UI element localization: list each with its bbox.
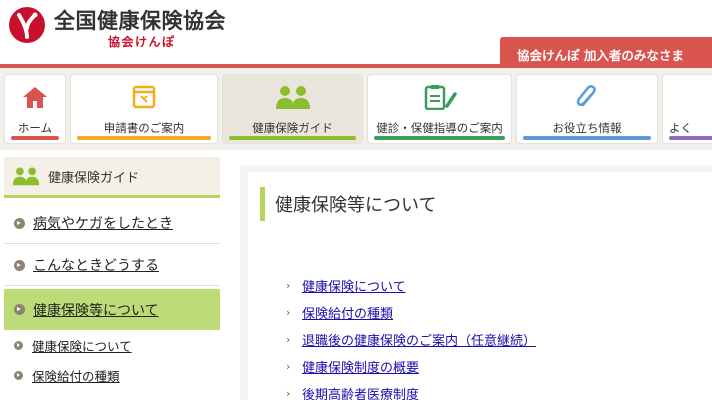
content-link-about-insurance[interactable]: › 健康保険について — [286, 272, 536, 299]
nav-label: お役立ち情報 — [552, 121, 622, 135]
sidebar-subitem-label: 保険給付の種類 — [32, 368, 120, 384]
nav-color-bar — [11, 136, 59, 140]
content-link-label: 健康保険制度の概要 — [302, 361, 420, 376]
nav-label: ホーム — [17, 121, 53, 135]
nav-home[interactable]: ホーム — [4, 74, 66, 144]
nav-faq[interactable]: よく — [662, 74, 712, 144]
nav-label: 申請書のご案内 — [103, 121, 185, 135]
sidebar-item-what-to-do[interactable]: こんなときどうする — [4, 245, 220, 286]
content-link-label: 退職後の健康保険のご案内（任意継続） — [302, 334, 537, 349]
people-icon — [12, 167, 40, 186]
arrow-bullet-icon — [14, 217, 25, 229]
page-title: 健康保険等について — [260, 187, 436, 221]
content-panel: 健康保険等について › 健康保険について › 保険給付の種類 › 退職後の健康保… — [248, 172, 712, 400]
chevron-right-icon: › — [286, 360, 291, 373]
main-content: 健康保険等について › 健康保険について › 保険給付の種類 › 退職後の健康保… — [240, 165, 712, 400]
sidebar-item-label: 健康保険等について — [33, 302, 159, 319]
content-link-label: 保険給付の種類 — [302, 307, 394, 322]
nav-label: 健診・保健指導のご案内 — [376, 121, 503, 135]
content-link-system-overview[interactable]: › 健康保険制度の概要 — [286, 353, 536, 380]
kyokai-logo-icon[interactable] — [8, 6, 46, 44]
member-tab[interactable]: 協会けんぽ 加入者のみなさま — [500, 37, 712, 66]
sidebar-item-health-insurance[interactable]: 健康保険等について — [4, 289, 220, 330]
nav-color-bar — [374, 136, 505, 140]
nav-guide[interactable]: 健康保険ガイド — [222, 74, 363, 144]
nav-color-bar — [523, 136, 651, 140]
content-link-elderly-medical[interactable]: › 後期高齢者医療制度 — [286, 380, 536, 400]
arrow-bullet-icon — [14, 370, 23, 380]
sidebar-item-label: 病気やケガをしたとき — [33, 216, 173, 232]
content-link-label: 健康保険について — [302, 280, 406, 295]
global-nav: ホーム 申請書のご案内 健康保険ガイド 健診・保健指導のご案内 お役立ち情報 よ… — [0, 68, 712, 150]
nav-label: よく — [669, 121, 692, 135]
arrow-bullet-icon — [14, 340, 23, 350]
chevron-right-icon: › — [286, 333, 291, 346]
sidebar-header: 健康保険ガイド — [4, 157, 220, 198]
site-subtitle: 協会けんぽ — [108, 35, 176, 49]
sidebar: 健康保険ガイド 病気やケガをしたとき こんなときどうする 健康保険等について 健… — [4, 157, 220, 400]
content-link-benefit-types[interactable]: › 保険給付の種類 — [286, 299, 536, 326]
sidebar-subitem-label: 健康保険について — [32, 338, 132, 354]
sidebar-item-illness-injury[interactable]: 病気やケガをしたとき — [4, 203, 220, 244]
chevron-right-icon: › — [286, 306, 291, 319]
content-link-label: 後期高齢者医療制度 — [302, 388, 420, 400]
paperclip-icon — [576, 85, 596, 107]
arrow-bullet-icon — [14, 304, 25, 315]
sidebar-subitem-benefit-types[interactable]: 保険給付の種類 — [14, 360, 220, 390]
nav-color-bar — [77, 136, 211, 140]
nav-color-bar — [229, 136, 356, 140]
nav-color-bar — [669, 136, 712, 140]
nav-useful-info[interactable]: お役立ち情報 — [516, 74, 658, 144]
content-link-voluntary-continuation[interactable]: › 退職後の健康保険のご案内（任意継続） — [286, 326, 536, 353]
people-icon — [275, 86, 310, 109]
nav-forms[interactable]: 申請書のご案内 — [70, 74, 218, 144]
sidebar-item-label: こんなときどうする — [33, 258, 159, 274]
home-icon — [23, 87, 47, 108]
site-title[interactable]: 全国健康保険協会 — [54, 5, 226, 35]
chevron-right-icon: › — [286, 387, 291, 400]
sidebar-subitem-about-insurance[interactable]: 健康保険について — [14, 330, 220, 360]
form-window-icon — [132, 85, 156, 109]
content-link-list: › 健康保険について › 保険給付の種類 › 退職後の健康保険のご案内（任意継続… — [286, 272, 536, 400]
site-header: 全国健康保険協会 協会けんぽ 協会けんぽ 加入者のみなさま — [0, 0, 712, 66]
nav-label: 健康保険ガイド — [252, 121, 333, 135]
sidebar-title: 健康保険ガイド — [48, 170, 140, 186]
clipboard-pen-icon — [424, 85, 457, 110]
arrow-bullet-icon — [14, 259, 25, 271]
nav-checkup[interactable]: 健診・保健指導のご案内 — [367, 74, 512, 144]
chevron-right-icon: › — [286, 279, 291, 292]
